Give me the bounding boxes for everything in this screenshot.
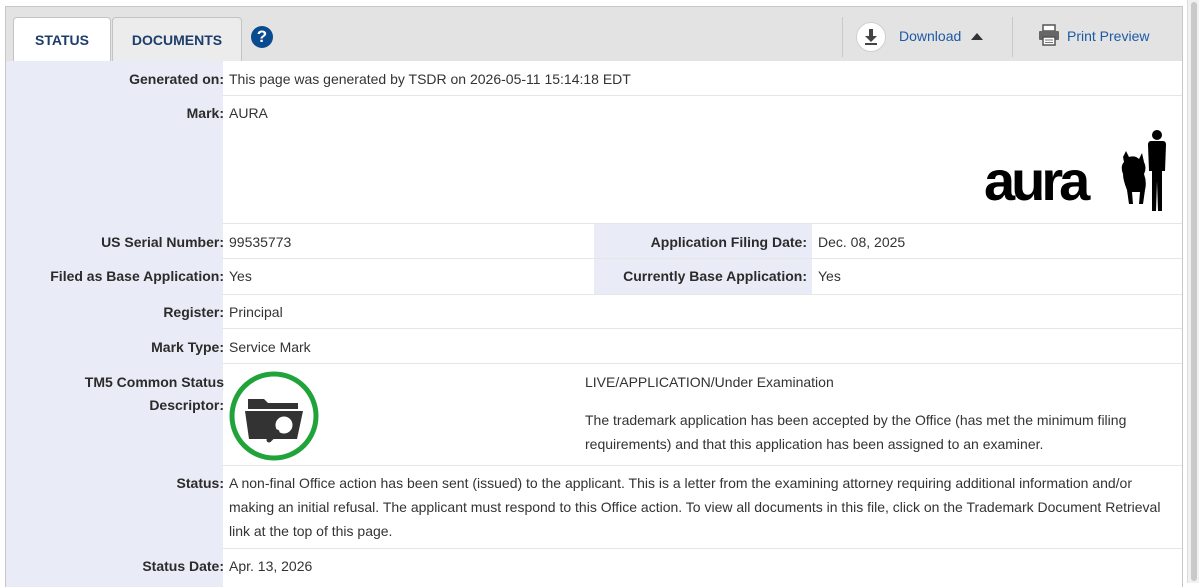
- tm5-status-title: LIVE/APPLICATION/Under Examination: [585, 374, 834, 390]
- toolbar-divider: [1012, 17, 1013, 57]
- mark-type-value: Service Mark: [229, 339, 311, 355]
- mark-label: Mark:: [186, 105, 224, 121]
- tm5-label-line2: Descriptor:: [149, 397, 224, 413]
- tab-bar: STATUS DOCUMENTS ? Download Print Previe…: [6, 7, 1182, 62]
- filing-date-label: Application Filing Date:: [650, 234, 807, 250]
- serial-number-value: 99535773: [229, 234, 292, 250]
- filed-base-label: Filed as Base Application:: [50, 268, 224, 284]
- row-divider: [223, 294, 1182, 295]
- serial-number-label: US Serial Number:: [101, 234, 224, 250]
- mark-value: AURA: [229, 105, 268, 121]
- status-label: Status:: [176, 475, 224, 491]
- mark-image-text: aura: [984, 149, 1090, 212]
- printer-icon[interactable]: [1038, 24, 1060, 46]
- current-base-label: Currently Base Application:: [623, 268, 807, 284]
- filing-date-value: Dec. 08, 2025: [818, 234, 906, 250]
- row-divider: [223, 465, 1182, 466]
- tm5-status-description: The trademark application has been accep…: [585, 412, 1127, 452]
- help-icon[interactable]: ?: [251, 26, 273, 48]
- tab-documents[interactable]: DOCUMENTS: [112, 17, 242, 61]
- row-divider: [223, 95, 1182, 96]
- scrollbar-thumb[interactable]: [1191, 2, 1197, 581]
- register-label: Register:: [163, 304, 224, 320]
- mark-type-label: Mark Type:: [151, 339, 224, 355]
- mark-image: aura: [984, 129, 1169, 211]
- register-value: Principal: [229, 304, 283, 320]
- row-divider: [223, 258, 1182, 259]
- generated-on-value: This page was generated by TSDR on 2026-…: [229, 71, 631, 87]
- label-column: [6, 61, 223, 587]
- download-button[interactable]: Download: [899, 28, 961, 44]
- generated-on-label: Generated on:: [129, 71, 224, 87]
- row-divider: [223, 328, 1182, 329]
- tm5-label-line1: TM5 Common Status: [84, 374, 224, 390]
- row-divider: [223, 548, 1182, 549]
- caret-up-icon[interactable]: [971, 33, 983, 40]
- filed-base-value: Yes: [229, 268, 252, 284]
- status-date-value: Apr. 13, 2026: [229, 558, 313, 574]
- row-divider: [223, 363, 1182, 364]
- download-icon[interactable]: [856, 22, 886, 52]
- status-value: A non-final Office action has been sent …: [229, 475, 1161, 539]
- current-base-value: Yes: [818, 268, 841, 284]
- aura-silhouette-icon: [1121, 130, 1166, 211]
- status-date-label: Status Date:: [142, 558, 224, 574]
- tsdr-status-panel: STATUS DOCUMENTS ? Download Print Previe…: [5, 6, 1183, 587]
- tm5-folder-search-icon: [229, 371, 319, 461]
- print-preview-button[interactable]: Print Preview: [1067, 28, 1149, 44]
- scrollbar[interactable]: [1187, 0, 1199, 583]
- tab-status[interactable]: STATUS: [13, 17, 111, 62]
- toolbar-divider: [842, 17, 843, 57]
